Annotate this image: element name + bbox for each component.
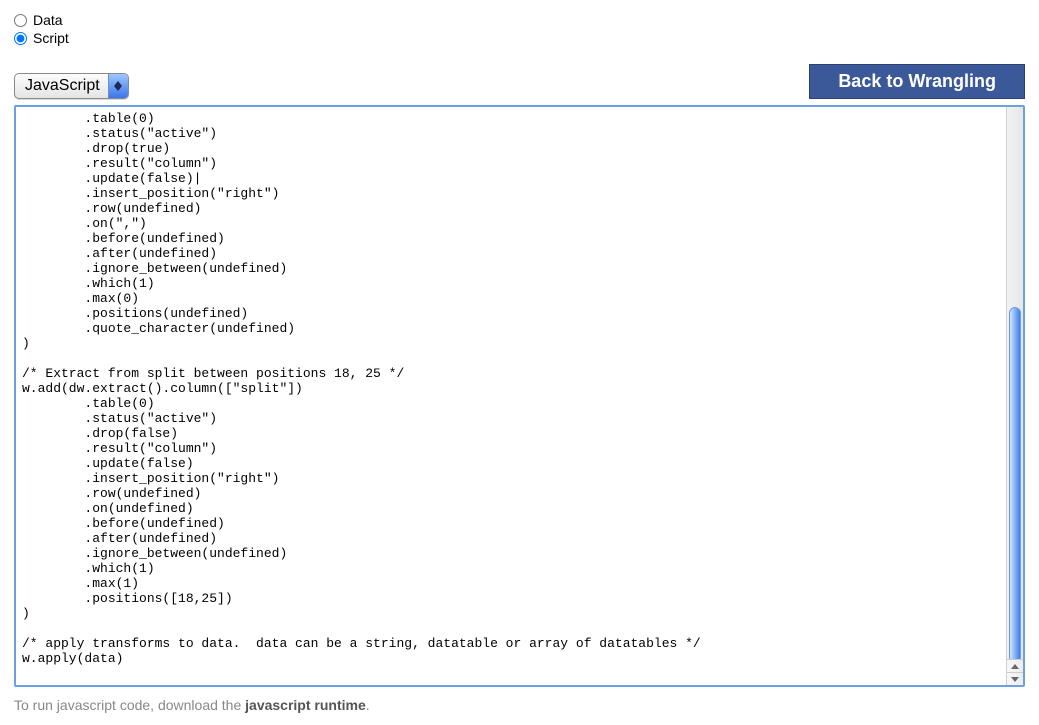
scrollbar-thumb[interactable] — [1009, 307, 1021, 663]
footer-prefix: To run javascript code, download the — [14, 697, 245, 713]
toolbar: JavaScript Back to Wrangling — [14, 64, 1025, 99]
radio-script-label: Script — [33, 30, 69, 46]
runtime-download-link[interactable]: javascript runtime — [245, 697, 366, 713]
radio-data-input[interactable] — [14, 14, 27, 27]
view-mode-radio-group: Data Script — [14, 12, 1025, 46]
select-arrows-icon — [108, 74, 128, 98]
vertical-scrollbar[interactable] — [1006, 107, 1023, 685]
code-text[interactable]: .table(0) .status("active") .drop(true) … — [16, 107, 1005, 685]
language-select-value: JavaScript — [15, 74, 108, 98]
scroll-up-icon[interactable] — [1007, 659, 1023, 672]
back-to-wrangling-button[interactable]: Back to Wrangling — [809, 64, 1025, 99]
footer-suffix: . — [366, 697, 370, 713]
scroll-down-icon[interactable] — [1007, 672, 1023, 685]
radio-data[interactable]: Data — [14, 12, 1025, 28]
radio-script-input[interactable] — [14, 32, 27, 45]
language-select[interactable]: JavaScript — [14, 73, 129, 99]
radio-script[interactable]: Script — [14, 30, 1025, 46]
code-editor: .table(0) .status("active") .drop(true) … — [14, 105, 1025, 687]
radio-data-label: Data — [33, 12, 63, 28]
footer-hint: To run javascript code, download the jav… — [14, 697, 1025, 713]
